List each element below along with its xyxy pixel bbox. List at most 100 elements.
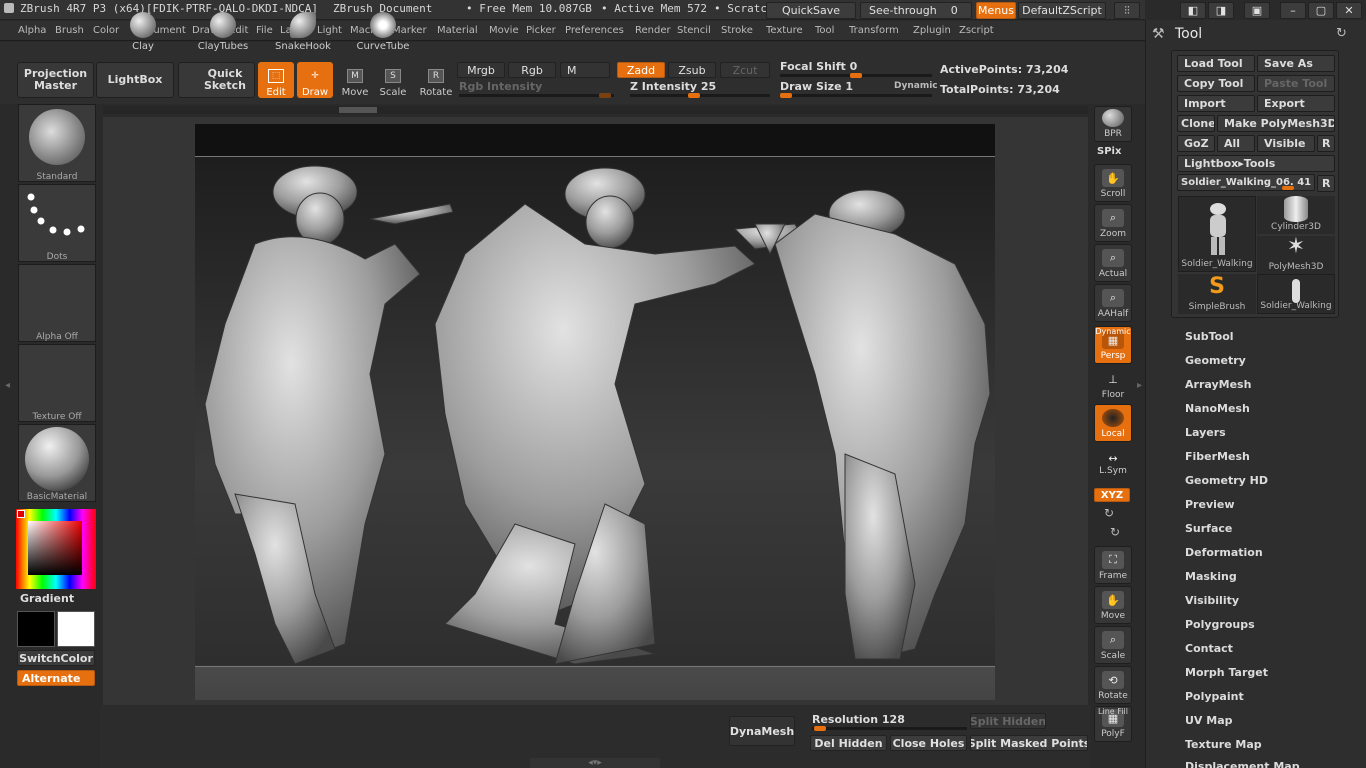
dynamic-toggle[interactable]: Dynamic — [894, 81, 938, 91]
menu-tool[interactable]: Tool — [815, 25, 834, 36]
save-as-button[interactable]: Save As — [1257, 55, 1335, 72]
menu-alpha[interactable]: Alpha — [18, 25, 46, 36]
bottom-tray-arrow-icon[interactable]: ◂▾▸ — [530, 758, 660, 768]
lock-icon[interactable]: ▣ — [1244, 2, 1270, 19]
menu-render[interactable]: Render — [635, 25, 671, 36]
primary-color-swatch[interactable] — [17, 611, 55, 647]
goz-r-button[interactable]: R — [1317, 135, 1335, 152]
section-displacement-map[interactable]: Displacement Map — [1185, 759, 1300, 768]
rgb-intensity-slider[interactable]: Rgb Intensity — [459, 80, 614, 98]
menu-material[interactable]: Material — [437, 25, 478, 36]
section-visibility[interactable]: Visibility — [1185, 594, 1239, 607]
default-zscript-button[interactable]: DefaultZScript — [1018, 2, 1106, 19]
m-button[interactable]: M — [560, 62, 610, 78]
projection-master-button[interactable]: Projection Master — [17, 62, 94, 98]
zcut-button[interactable]: Zcut — [720, 62, 770, 78]
maximize-icon[interactable]: ▢ — [1308, 2, 1334, 19]
menu-texture[interactable]: Texture — [766, 25, 803, 36]
import-button[interactable]: Import — [1177, 95, 1255, 112]
section-geometry[interactable]: Geometry — [1185, 354, 1246, 367]
color-picker[interactable] — [16, 509, 96, 589]
alternate-button[interactable]: Alternate — [17, 670, 95, 686]
rgb-button[interactable]: Rgb — [508, 62, 556, 78]
tool-thumb-soldier[interactable]: Soldier_Walking — [1178, 196, 1256, 272]
minimize-icon[interactable]: – — [1280, 2, 1306, 19]
copy-tool-button[interactable]: Copy Tool — [1177, 75, 1255, 92]
zoom-button[interactable]: ⌕ Zoom — [1094, 204, 1132, 242]
menu-brush[interactable]: Brush — [55, 25, 84, 36]
zadd-button[interactable]: Zadd — [617, 62, 665, 78]
texture-thumbnail[interactable] — [18, 344, 96, 422]
brush-thumbnail[interactable] — [18, 104, 96, 182]
section-arraymesh[interactable]: ArrayMesh — [1185, 378, 1251, 391]
lsym-button[interactable]: ↔ L.Sym — [1094, 446, 1132, 478]
quicksave-button[interactable]: QuickSave — [766, 2, 856, 19]
menu-zplugin[interactable]: Zplugin — [913, 25, 951, 36]
stroke-thumbnail[interactable] — [18, 184, 96, 262]
secondary-color-swatch[interactable] — [57, 611, 95, 647]
make-polymesh-button[interactable]: Make PolyMesh3D — [1217, 115, 1335, 132]
left-tray-arrow-icon[interactable]: ◂ — [5, 380, 11, 420]
menu-movie[interactable]: Movie — [489, 25, 519, 36]
goz-all-button[interactable]: All — [1217, 135, 1255, 152]
right-tray-arrow-icon[interactable]: ▸ — [1137, 380, 1142, 391]
section-contact[interactable]: Contact — [1185, 642, 1233, 655]
bpr-button[interactable]: BPR — [1094, 106, 1132, 142]
see-through-slider[interactable]: See-through 0 — [860, 2, 972, 19]
canvas-scroll-thumb[interactable] — [339, 107, 377, 113]
switch-color-button[interactable]: SwitchColor — [17, 650, 95, 666]
close-icon[interactable]: ✕ — [1336, 2, 1362, 19]
persp-button[interactable]: Dynamic ▦ Persp — [1094, 326, 1132, 364]
paste-tool-button[interactable]: Paste Tool — [1257, 75, 1335, 92]
refresh-icon[interactable]: ↻ — [1336, 26, 1347, 41]
tool-thumb-cylinder[interactable]: Cylinder3D — [1257, 196, 1335, 234]
menu-zscript[interactable]: Zscript — [959, 25, 994, 36]
claytubes-brush-button[interactable]: ClayTubes — [186, 8, 260, 54]
curvetube-brush-button[interactable]: CurveTube — [346, 8, 420, 54]
export-button[interactable]: Export — [1257, 95, 1335, 112]
section-surface[interactable]: Surface — [1185, 522, 1232, 535]
del-hidden-button[interactable]: Del Hidden — [810, 735, 887, 751]
section-texture-map[interactable]: Texture Map — [1185, 738, 1262, 751]
dynamesh-button[interactable]: DynaMesh — [729, 716, 795, 746]
tool-thumb-simplebrush[interactable]: S SimpleBrush — [1178, 274, 1256, 314]
lightbox-tools-button[interactable]: Lightbox▸Tools — [1177, 155, 1335, 172]
rotate-z-icon[interactable]: ↻ — [1110, 525, 1120, 539]
layout-icon[interactable]: ◧ — [1180, 2, 1206, 19]
rotate-y-icon[interactable]: ↻ — [1104, 506, 1114, 520]
frame-button[interactable]: ⛶ Frame — [1094, 546, 1132, 584]
goz-button[interactable]: GoZ — [1177, 135, 1215, 152]
rotate-button[interactable]: R Rotate — [416, 52, 456, 98]
section-deformation[interactable]: Deformation — [1185, 546, 1263, 559]
snakehook-brush-button[interactable]: SnakeHook — [266, 8, 340, 54]
goz-visible-button[interactable]: Visible — [1257, 135, 1315, 152]
menu-transform[interactable]: Transform — [849, 25, 899, 36]
move-button[interactable]: M Move — [337, 52, 373, 98]
document-canvas[interactable] — [195, 124, 995, 700]
layout-alt-icon[interactable]: ◨ — [1208, 2, 1234, 19]
section-nanomesh[interactable]: NanoMesh — [1185, 402, 1250, 415]
load-tool-button[interactable]: Load Tool — [1177, 55, 1255, 72]
close-holes-button[interactable]: Close Holes — [890, 735, 967, 751]
section-polygroups[interactable]: Polygroups — [1185, 618, 1255, 631]
current-tool-slider[interactable]: Soldier_Walking_06. 41 — [1177, 174, 1315, 191]
gradient-label[interactable]: Gradient — [20, 592, 74, 605]
split-masked-points-button[interactable]: Split Masked Points — [970, 735, 1088, 751]
section-subtool[interactable]: SubTool — [1185, 330, 1234, 343]
section-masking[interactable]: Masking — [1185, 570, 1237, 583]
zsub-button[interactable]: Zsub — [668, 62, 716, 78]
alpha-thumbnail[interactable] — [18, 264, 96, 342]
quick-sketch-button[interactable]: Quick Sketch — [178, 62, 255, 98]
split-hidden-button[interactable]: Split Hidden — [970, 713, 1046, 729]
spix-slider[interactable]: SPix — [1097, 146, 1121, 157]
tool-r-button[interactable]: R — [1317, 175, 1335, 192]
resolution-slider[interactable]: Resolution 128 — [812, 713, 967, 731]
shelf-move-button[interactable]: ✋ Move — [1094, 586, 1132, 624]
lightbox-button[interactable]: LightBox — [96, 62, 174, 98]
shelf-scale-button[interactable]: ⌕ Scale — [1094, 626, 1132, 664]
section-uv-map[interactable]: UV Map — [1185, 714, 1233, 727]
menu-stencil[interactable]: Stencil — [677, 25, 711, 36]
material-thumbnail[interactable] — [18, 424, 96, 502]
section-geometry-hd[interactable]: Geometry HD — [1185, 474, 1268, 487]
tool-panel-title[interactable]: Tool — [1175, 26, 1202, 42]
